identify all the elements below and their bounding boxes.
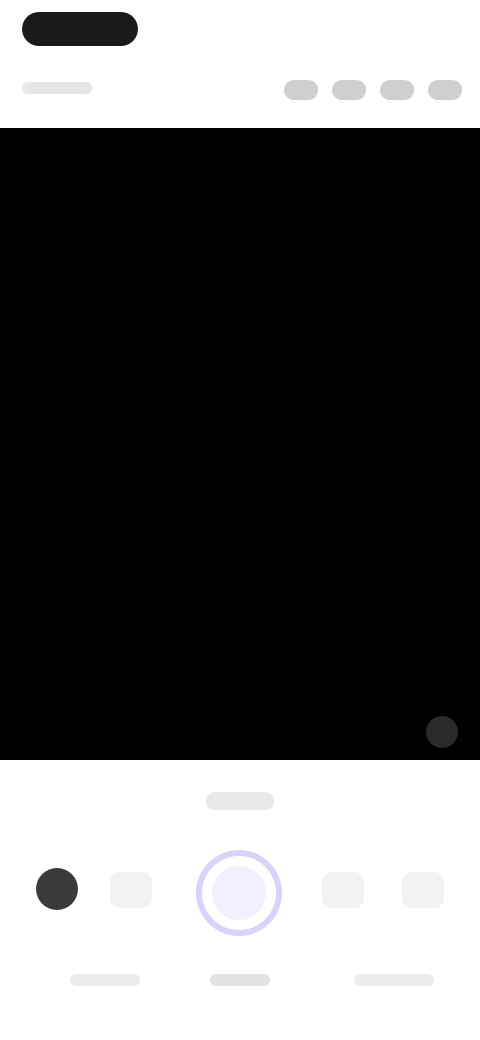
nav-item-center[interactable] xyxy=(210,974,270,986)
status-time-pill xyxy=(22,12,138,46)
left-control-icon[interactable] xyxy=(110,872,152,908)
mode-strip[interactable] xyxy=(0,778,480,824)
top-bar-actions xyxy=(284,74,462,106)
settings-icon[interactable] xyxy=(380,80,414,100)
top-bar xyxy=(0,60,480,120)
gallery-thumb-icon[interactable] xyxy=(36,868,78,910)
right-control-2-icon[interactable] xyxy=(402,872,444,908)
top-bar-left-label xyxy=(22,82,92,94)
camera-controls xyxy=(0,836,480,946)
flash-icon[interactable] xyxy=(284,80,318,100)
selected-mode[interactable] xyxy=(206,792,274,810)
nav-item-right[interactable] xyxy=(354,974,434,986)
timer-icon[interactable] xyxy=(332,80,366,100)
nav-item-left[interactable] xyxy=(70,974,140,986)
shutter-button[interactable] xyxy=(196,850,282,936)
zoom-icon[interactable] xyxy=(426,716,458,748)
shutter-icon xyxy=(212,866,266,920)
status-bar xyxy=(0,0,480,60)
right-control-icon[interactable] xyxy=(322,872,364,908)
bottom-navigation xyxy=(0,958,480,1016)
camera-viewfinder[interactable] xyxy=(0,128,480,760)
more-icon[interactable] xyxy=(428,80,462,100)
